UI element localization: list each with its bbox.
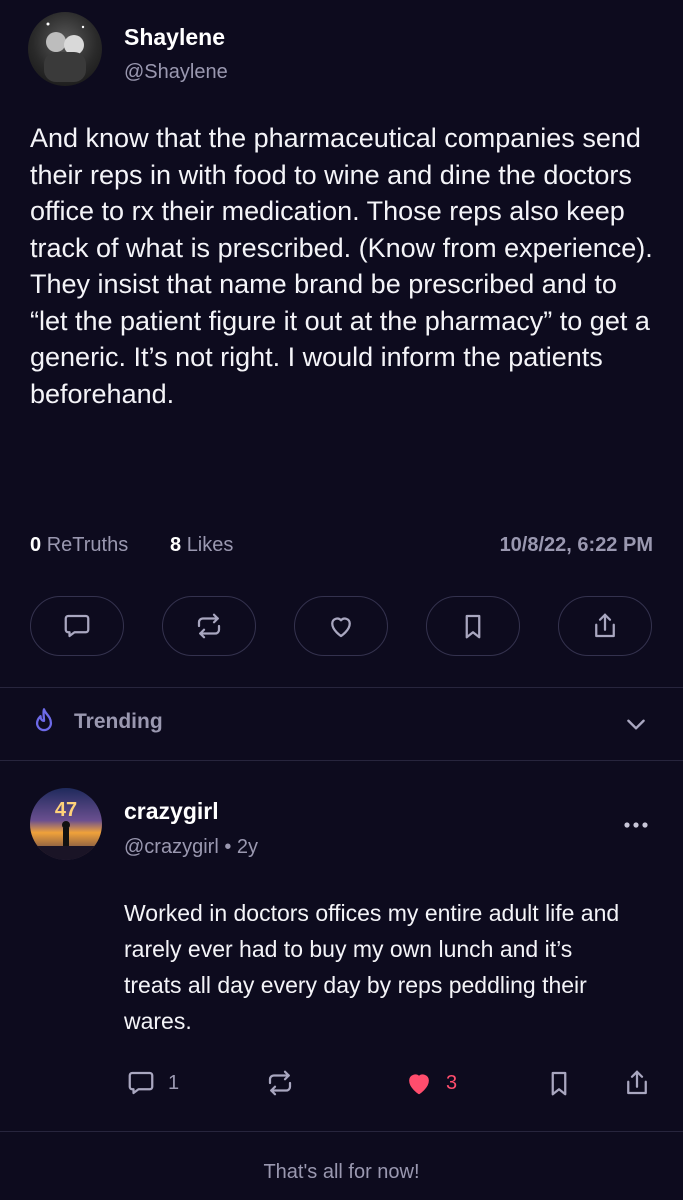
reply-icon bbox=[128, 1071, 154, 1095]
reply-count: 1 bbox=[168, 1071, 180, 1094]
heart-filled-icon bbox=[409, 1074, 429, 1095]
author-name[interactable]: Shaylene bbox=[124, 24, 225, 51]
avatar-text: 47 bbox=[55, 799, 77, 821]
more-options-button[interactable] bbox=[622, 818, 650, 832]
share-button[interactable] bbox=[558, 596, 652, 656]
reply-button[interactable] bbox=[30, 596, 124, 656]
retruth-icon bbox=[197, 613, 221, 639]
likes-count: 8 bbox=[170, 534, 182, 556]
section-divider bbox=[0, 1131, 683, 1132]
share-icon bbox=[627, 1070, 647, 1095]
section-divider bbox=[0, 687, 683, 688]
reply-body: Worked in doctors offices my entire adul… bbox=[124, 900, 620, 1034]
trending-flame bbox=[30, 707, 58, 737]
reply-bookmark-button[interactable] bbox=[544, 1068, 574, 1098]
reply-meta: @crazygirl • 2y bbox=[124, 836, 258, 859]
share-icon bbox=[595, 613, 615, 638]
reply-reply-button[interactable]: 1 bbox=[126, 1068, 179, 1098]
avatar-photo: 47 bbox=[30, 799, 102, 860]
reply-author-handle[interactable]: @crazygirl bbox=[124, 836, 219, 858]
avatar-photo bbox=[44, 22, 86, 82]
flame-icon bbox=[35, 708, 53, 732]
author-handle[interactable]: @Shaylene bbox=[124, 61, 228, 84]
meta-separator: • bbox=[224, 836, 232, 858]
reply-avatar[interactable]: 47 bbox=[30, 788, 102, 860]
likes-stat[interactable]: 8 Likes bbox=[170, 534, 233, 557]
reply-share-button[interactable] bbox=[622, 1068, 652, 1098]
reply-age: 2y bbox=[236, 836, 259, 858]
heart-icon bbox=[331, 617, 351, 638]
reply-like-button[interactable]: 3 bbox=[404, 1068, 457, 1098]
retruth-icon bbox=[268, 1070, 292, 1096]
bookmark-icon bbox=[551, 1071, 567, 1096]
retruth-button[interactable] bbox=[162, 596, 256, 656]
author-avatar[interactable] bbox=[28, 12, 102, 86]
chevron-down-icon bbox=[627, 719, 645, 730]
trending-toggle[interactable] bbox=[623, 711, 649, 737]
post-timestamp: 10/8/22, 6:22 PM bbox=[499, 534, 653, 556]
bookmark-button[interactable] bbox=[426, 596, 520, 656]
retruths-count: 0 bbox=[30, 534, 42, 556]
more-horizontal-icon bbox=[624, 822, 648, 828]
reply-icon bbox=[64, 614, 90, 638]
reply-author-name[interactable]: crazygirl bbox=[124, 798, 219, 825]
like-count: 3 bbox=[446, 1071, 458, 1094]
trending-label: Trending bbox=[74, 710, 163, 733]
section-divider bbox=[0, 760, 683, 761]
likes-label: Likes bbox=[186, 534, 234, 556]
end-of-feed-text: That's all for now! bbox=[263, 1161, 420, 1183]
retruths-label: ReTruths bbox=[46, 534, 129, 556]
reply-retruth-button[interactable] bbox=[265, 1068, 295, 1098]
post-body: And know that the pharmaceutical compani… bbox=[30, 123, 653, 409]
bookmark-icon bbox=[465, 614, 481, 639]
like-button[interactable] bbox=[294, 596, 388, 656]
retruths-stat[interactable]: 0 ReTruths bbox=[30, 534, 128, 557]
